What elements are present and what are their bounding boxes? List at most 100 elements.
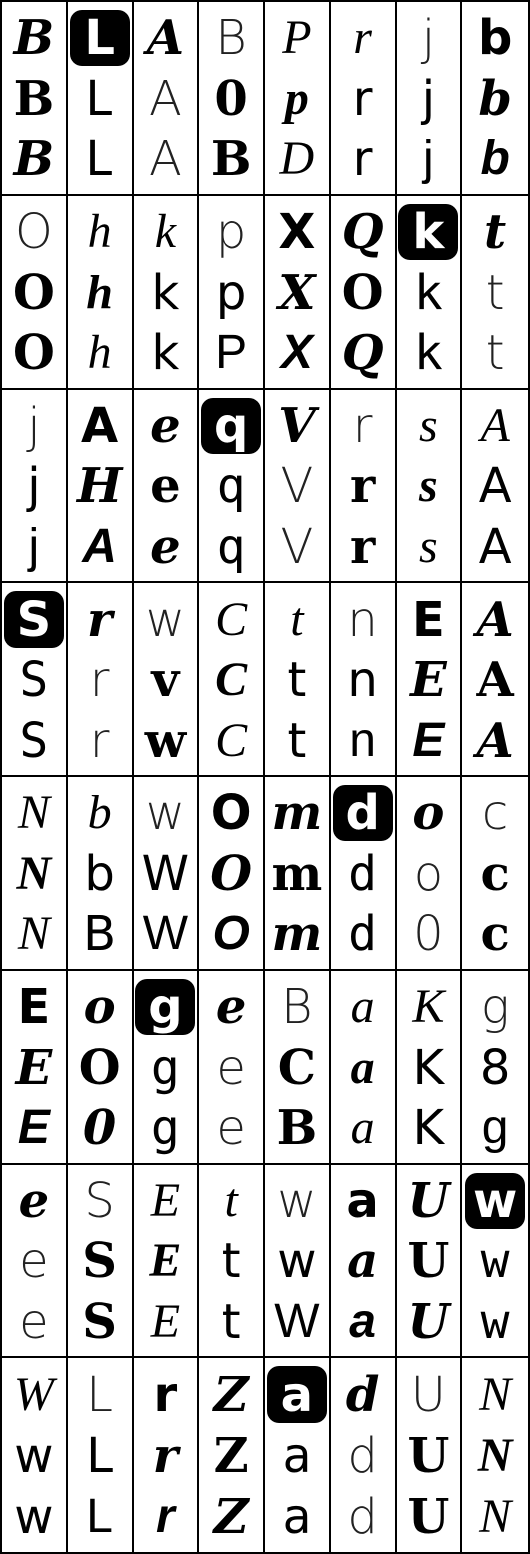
- glyph-sample: p: [284, 71, 309, 125]
- glyph-sample: E: [150, 1173, 181, 1227]
- glyph-sample: t: [485, 325, 505, 382]
- glyph-sample: t: [224, 1173, 238, 1227]
- glyph-cell: wwW: [265, 1164, 331, 1359]
- glyph-sample: q: [201, 397, 262, 454]
- glyph-sample: B: [13, 131, 55, 188]
- glyph-sample: B: [83, 906, 117, 963]
- glyph-sample: d: [348, 845, 378, 902]
- glyph-sample: C: [215, 653, 248, 707]
- glyph-sample: 8: [479, 1039, 511, 1096]
- glyph-sample: r: [349, 518, 376, 575]
- glyph-cell: AAA: [133, 2, 200, 196]
- glyph-sample: V: [280, 518, 314, 575]
- glyph-sample: X: [278, 264, 316, 321]
- glyph-sample: Z: [213, 1366, 249, 1423]
- glyph-sample: 0: [82, 1100, 117, 1157]
- glyph-sample: a: [346, 1172, 379, 1229]
- glyph-cell: eee: [133, 389, 200, 584]
- glyph-sample: m: [271, 785, 323, 842]
- glyph-sample: L: [85, 131, 115, 188]
- glyph-sample: Q: [341, 325, 384, 382]
- glyph-sample: w: [145, 785, 185, 842]
- glyph-cell: kkk: [133, 195, 200, 390]
- glyph-sample: j: [421, 10, 436, 67]
- glyph-sample: m: [271, 906, 323, 963]
- glyph-cell: ttt: [265, 583, 331, 777]
- glyph-sample: t: [221, 1233, 241, 1290]
- glyph-sample: P: [282, 11, 312, 65]
- glyph-sample: b: [478, 70, 512, 127]
- glyph-sample: e: [150, 518, 181, 575]
- glyph-sample: c: [481, 785, 509, 842]
- glyph-sample: p: [215, 264, 247, 321]
- glyph-cell: ppP: [199, 195, 265, 390]
- glyph-sample: O: [210, 785, 252, 842]
- glyph-cell: jjj: [2, 389, 68, 584]
- glyph-sample: r: [156, 1490, 175, 1544]
- glyph-sample: a: [350, 1040, 375, 1094]
- glyph-sample: A: [480, 398, 510, 452]
- glyph-sample: s: [419, 459, 438, 513]
- glyph-sample: C: [277, 1039, 316, 1096]
- glyph-sample: g: [135, 978, 196, 1036]
- glyph-sample: A: [478, 458, 512, 515]
- glyph-cell: bbB: [67, 777, 134, 971]
- glyph-sample: D: [279, 132, 315, 186]
- glyph-sample: e: [150, 458, 181, 515]
- glyph-sample: X: [278, 204, 316, 261]
- glyph-sample: B: [210, 131, 252, 188]
- glyph-sample: k: [151, 264, 180, 321]
- glyph-sample: t: [485, 264, 505, 321]
- glyph-cell: KKK: [396, 970, 463, 1165]
- glyph-cell: VVV: [265, 389, 331, 584]
- glyph-sample: L: [86, 1490, 113, 1544]
- glyph-sample: r: [152, 1428, 179, 1485]
- glyph-sample: d: [347, 1489, 378, 1546]
- glyph-cell: g8g: [462, 971, 528, 1165]
- glyph-sample: e: [19, 1293, 49, 1350]
- glyph-sample: a: [266, 1366, 327, 1424]
- glyph-sample: w: [480, 1233, 510, 1290]
- glyph-sample: C: [215, 592, 248, 646]
- glyph-sample: V: [280, 458, 314, 515]
- glyph-sample: d: [347, 1428, 378, 1485]
- glyph-grid: BBBLLLAAAB0BPpDrrrjjjbbbOOOhhhkkkppPXXXQ…: [0, 0, 530, 1554]
- glyph-sample: e: [18, 1172, 50, 1229]
- glyph-sample: A: [148, 131, 182, 188]
- glyph-sample: N: [17, 907, 50, 961]
- glyph-sample: w: [480, 1293, 510, 1350]
- glyph-sample: A: [476, 712, 514, 769]
- glyph-sample: U: [407, 1172, 450, 1229]
- glyph-sample: a: [347, 1233, 379, 1290]
- glyph-sample: U: [407, 1489, 450, 1546]
- glyph-sample: N: [479, 1490, 512, 1544]
- glyph-sample: S: [82, 1293, 117, 1350]
- glyph-cell: wvw: [133, 583, 200, 777]
- glyph-sample: k: [398, 203, 459, 261]
- glyph-sample: U: [407, 1293, 450, 1350]
- glyph-cell: oO0: [67, 970, 134, 1165]
- glyph-sample: K: [412, 1100, 445, 1157]
- glyph-sample: s: [419, 519, 438, 573]
- glyph-sample: n: [347, 591, 378, 648]
- glyph-cell: rrr: [134, 1358, 200, 1552]
- glyph-sample: E: [17, 979, 51, 1036]
- glyph-sample: B: [281, 979, 313, 1036]
- glyph-sample: E: [150, 1294, 181, 1348]
- glyph-cell: OOO: [2, 195, 68, 390]
- glyph-sample: o: [412, 785, 445, 842]
- glyph-sample: N: [16, 846, 52, 900]
- glyph-sample: A: [81, 397, 119, 454]
- glyph-sample: N: [477, 1429, 513, 1483]
- glyph-sample: w: [14, 1489, 54, 1546]
- glyph-sample: a: [282, 1489, 312, 1546]
- glyph-sample: W: [141, 845, 190, 902]
- glyph-cell: oo0: [396, 777, 463, 971]
- glyph-sample: v: [151, 652, 180, 709]
- glyph-sample: w: [145, 591, 185, 648]
- glyph-cell: EEE: [2, 970, 68, 1165]
- glyph-sample: U: [407, 1428, 450, 1485]
- glyph-sample: L: [86, 1366, 113, 1423]
- glyph-cell: ggg: [133, 970, 200, 1165]
- glyph-cell: rrr: [330, 2, 397, 196]
